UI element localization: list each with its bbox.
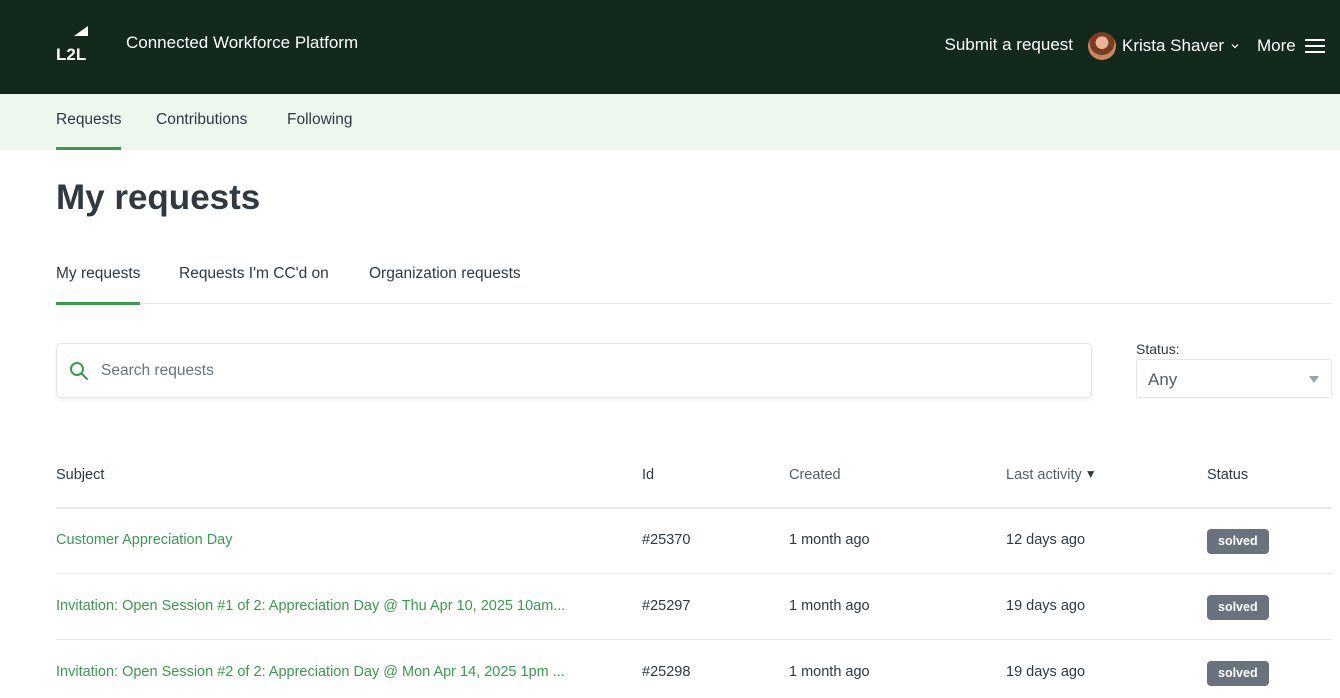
request-id: #25297 <box>642 598 691 614</box>
more-menu[interactable]: More <box>1257 31 1325 61</box>
column-header-created[interactable]: Created <box>789 467 841 483</box>
request-created: 1 month ago <box>789 532 870 548</box>
subnav-following[interactable]: Following <box>287 94 352 150</box>
last-activity-label: Last activity <box>1006 467 1082 483</box>
subnav-contributions[interactable]: Contributions <box>156 94 247 150</box>
status-select[interactable]: Any <box>1136 359 1332 398</box>
subnav: Requests Contributions Following <box>0 94 1340 150</box>
table-row: Invitation: Open Session #1 of 2: Apprec… <box>56 574 1332 640</box>
top-header: L2L Connected Workforce Platform Submit … <box>0 0 1340 94</box>
request-last-activity: 12 days ago <box>1006 532 1086 548</box>
subnav-requests[interactable]: Requests <box>56 94 122 150</box>
request-created: 1 month ago <box>789 598 870 614</box>
column-header-last-activity[interactable]: Last activity ▼ <box>1006 467 1097 483</box>
request-subject-link[interactable]: Invitation: Open Session #2 of 2: Apprec… <box>56 640 616 698</box>
request-created: 1 month ago <box>789 664 870 680</box>
tab-my-requests[interactable]: My requests <box>56 250 141 305</box>
brand-title[interactable]: Connected Workforce Platform <box>126 33 358 53</box>
status-badge: solved <box>1207 661 1269 686</box>
request-id: #25298 <box>642 664 691 680</box>
request-last-activity: 19 days ago <box>1006 598 1086 614</box>
request-subject-link[interactable]: Customer Appreciation Day <box>56 508 616 573</box>
request-id: #25370 <box>642 532 691 548</box>
tab-cc-requests[interactable]: Requests I'm CC'd on <box>179 250 329 304</box>
user-name: Krista Shaver <box>1122 36 1225 55</box>
request-last-activity: 19 days ago <box>1006 664 1086 680</box>
l2l-logo[interactable]: L2L <box>56 26 90 64</box>
status-filter-label: Status: <box>1136 341 1180 357</box>
hamburger-icon <box>1304 39 1325 53</box>
table-row: Invitation: Open Session #2 of 2: Apprec… <box>56 640 1332 698</box>
request-tabs: My requests Requests I'm CC'd on Organiz… <box>56 250 1332 305</box>
page-title: My requests <box>56 178 261 217</box>
search-icon <box>70 362 88 380</box>
logo-mark: L2L <box>56 26 88 64</box>
user-menu[interactable]: Krista Shaver <box>1088 31 1239 61</box>
tab-organization-requests[interactable]: Organization requests <box>369 250 521 304</box>
submit-request-link[interactable]: Submit a request <box>944 35 1073 55</box>
column-header-id[interactable]: Id <box>642 467 654 483</box>
more-label: More <box>1257 36 1296 55</box>
column-header-subject[interactable]: Subject <box>56 467 104 483</box>
request-subject-link[interactable]: Invitation: Open Session #1 of 2: Apprec… <box>56 574 616 639</box>
logo-text: L2L <box>56 45 86 62</box>
table-row: Customer Appreciation Day #25370 1 month… <box>56 508 1332 574</box>
avatar <box>1088 32 1116 60</box>
search-input[interactable] <box>101 344 1081 397</box>
column-header-status[interactable]: Status <box>1207 467 1248 483</box>
status-selected-value: Any <box>1148 370 1178 389</box>
status-badge: solved <box>1207 529 1269 554</box>
search-box <box>56 343 1092 398</box>
chevron-down-icon <box>1231 44 1239 49</box>
caret-down-icon <box>1309 376 1319 383</box>
status-badge: solved <box>1207 595 1269 620</box>
sort-desc-icon: ▼ <box>1084 467 1097 481</box>
